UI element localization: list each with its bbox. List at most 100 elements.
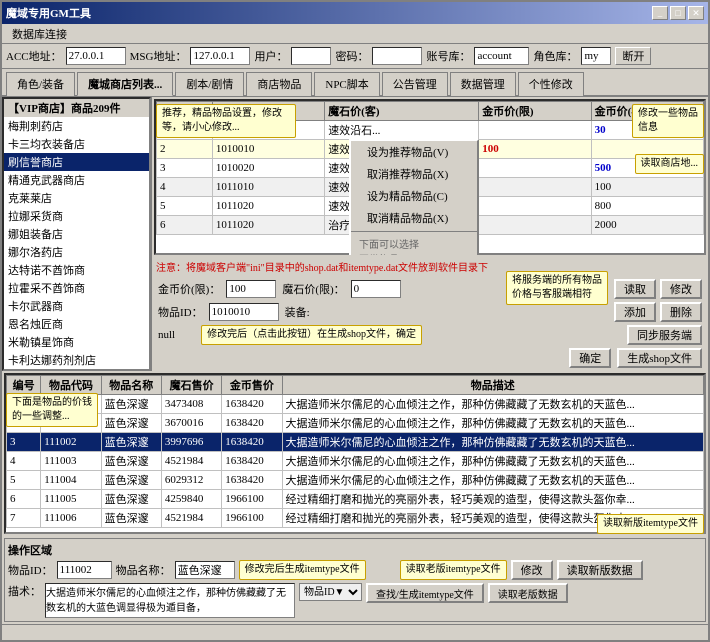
ops-modify-button[interactable]: 修改 bbox=[511, 560, 553, 580]
read-button[interactable]: 读取 bbox=[614, 279, 656, 299]
shop-item-13[interactable]: 卡利达娜药剂剂店 bbox=[4, 351, 149, 369]
ops-search-generate-button[interactable]: 查找/生成itemtype文件 bbox=[366, 583, 484, 603]
bubble-sync: 将服务端的所有物品价格与客服端相符 bbox=[506, 271, 608, 305]
msg-label: MSG地址： bbox=[130, 48, 187, 64]
ops-read-new-button[interactable]: 读取新版数据 bbox=[557, 560, 643, 580]
ops-item-name-label: 物品名称： bbox=[116, 562, 171, 578]
shop-item-8[interactable]: 达特诺不酋饰商 bbox=[4, 261, 149, 279]
shop-item-0[interactable]: 梅荆刺药店 bbox=[4, 117, 149, 135]
user-input[interactable] bbox=[291, 47, 331, 65]
notice-area: 注意：将魔域客户端"ini"目录中的shop.dat和itemtype.dat文… bbox=[152, 257, 708, 276]
sync-server-button[interactable]: 同步服务端 bbox=[627, 325, 702, 345]
gold-price-input[interactable] bbox=[226, 280, 276, 298]
pass-input[interactable] bbox=[372, 47, 422, 65]
bottom-table: 编号 物品代码 物品名称 魔石售价 金币售价 物品描述 1111000蓝色深邃3… bbox=[6, 375, 704, 528]
magic-price-input[interactable] bbox=[351, 280, 401, 298]
db-input[interactable] bbox=[474, 47, 529, 65]
title-bar-buttons: _ □ ✕ bbox=[652, 6, 704, 20]
bubble-modify-info: 修改一些物品信息 bbox=[632, 104, 704, 138]
shop-item-10[interactable]: 卡尔武器商 bbox=[4, 297, 149, 315]
ops-read-old-data-button[interactable]: 读取老版数据 bbox=[488, 583, 568, 603]
shop-item-3[interactable]: 精通克武器商店 bbox=[4, 171, 149, 189]
tab-shop-list[interactable]: 魔城商店列表... bbox=[77, 72, 173, 96]
modify-button[interactable]: 修改 bbox=[660, 279, 702, 299]
menu-database[interactable]: 数据库连接 bbox=[4, 24, 75, 44]
ops-item-id-label: 物品ID： bbox=[8, 562, 53, 578]
tab-personal[interactable]: 个性修改 bbox=[518, 72, 584, 96]
ctx-hint: 下面可以选择同类物品 bbox=[351, 234, 477, 255]
bubble-generate-itemtype: 修改完后生成itemtype文件 bbox=[239, 560, 366, 580]
close-button[interactable]: ✕ bbox=[688, 6, 704, 20]
magic-price-label: 魔石价(限)： bbox=[282, 281, 344, 297]
add-button[interactable]: 添加 bbox=[614, 302, 656, 322]
bt-col-name: 物品名称 bbox=[101, 375, 161, 394]
bt-col-gold: 金币售价 bbox=[222, 375, 282, 394]
table-row[interactable]: 4111003蓝色深邃45219841638420大据造师米尔儒尼的心血倾注之作… bbox=[7, 451, 704, 470]
menu-bar: 数据库连接 bbox=[2, 24, 708, 44]
bt-col-desc: 物品描述 bbox=[282, 375, 703, 394]
table-row[interactable]: 2111001蓝色深邃36700161638420大据造师米尔儒尼的心血倾注之作… bbox=[7, 413, 704, 432]
bt-col-magic: 魔石售价 bbox=[161, 375, 221, 394]
col-header-magic-price-cust: 魔石价(客) bbox=[325, 102, 479, 121]
shop-item-14[interactable]: 乐达贺药 bbox=[4, 369, 149, 371]
table-row[interactable]: 6111005蓝色深邃42598401966100经过精细打磨和抛光的亮丽外表，… bbox=[7, 489, 704, 508]
notice-text: 注意：将魔域客户端"ini"目录中的shop.dat和itemtype.dat文… bbox=[156, 263, 488, 274]
role-input[interactable] bbox=[581, 47, 611, 65]
ops-item-id-input[interactable] bbox=[57, 561, 112, 579]
user-label: 用户： bbox=[254, 48, 287, 64]
maximize-button[interactable]: □ bbox=[670, 6, 686, 20]
table-row[interactable]: 3111002蓝色深邃39976961638420大据造师米尔儒尼的心血倾注之作… bbox=[7, 432, 704, 451]
ctx-cancel-quality[interactable]: 取消精品物品(X) bbox=[351, 207, 477, 229]
acc-input[interactable] bbox=[66, 47, 126, 65]
ops-item-name-input[interactable] bbox=[175, 561, 235, 579]
tab-drama[interactable]: 剧本/剧情 bbox=[175, 72, 244, 96]
ops-itemid-dropdown[interactable]: 物品ID▼ bbox=[299, 583, 362, 601]
db-label: 账号库： bbox=[426, 48, 470, 64]
bt-col-id: 编号 bbox=[7, 375, 41, 394]
bubble-read-old-itemtype: 读取老版itemtype文件 bbox=[400, 560, 507, 580]
ops-area: 操作区域 物品ID： 物品名称： 修改完后生成itemtype文件 读取老版it… bbox=[4, 538, 706, 622]
generate-shop-button[interactable]: 生成shop文件 bbox=[617, 348, 702, 368]
shop-group-vip[interactable]: 【VIP商店】商品209件 bbox=[4, 99, 149, 117]
tab-shop-items[interactable]: 商店物品 bbox=[246, 72, 312, 96]
ctx-set-quality[interactable]: 设为精品物品(C) bbox=[351, 185, 477, 207]
table-row[interactable]: 5111004蓝色深邃60293121638420大据造师米尔儒尼的心血倾注之作… bbox=[7, 470, 704, 489]
item-id-label: 物品ID： bbox=[158, 304, 203, 320]
bubble-read-shop: 读取商店地... bbox=[635, 154, 705, 174]
shop-item-9[interactable]: 拉霍采不酋饰商 bbox=[4, 279, 149, 297]
table-row[interactable]: 1111000蓝色深邃34734081638420大据造师米尔儒尼的心血倾注之作… bbox=[7, 394, 704, 413]
shop-item-11[interactable]: 恩名烛匠商 bbox=[4, 315, 149, 333]
msg-input[interactable] bbox=[190, 47, 250, 65]
null-label: null bbox=[158, 329, 175, 341]
delete-button[interactable]: 删除 bbox=[660, 302, 702, 322]
disconnect-button[interactable]: 断开 bbox=[615, 47, 651, 65]
shop-list-panel: 【VIP商店】商品209件 梅荆刺药店 卡三均衣装备店 刷信誉商店 精通克武器商… bbox=[2, 97, 152, 371]
acc-label: ACC地址： bbox=[6, 48, 62, 64]
tab-role-equip[interactable]: 角色/装备 bbox=[6, 72, 75, 96]
shop-item-2[interactable]: 刷信誉商店 bbox=[4, 153, 149, 171]
col-header-gold-price-rec: 金币价(限) bbox=[479, 102, 591, 121]
tab-bar: 角色/装备 魔城商店列表... 剧本/剧情 商店物品 NPC脚本 公告管理 数据… bbox=[2, 69, 708, 95]
item-id-input[interactable] bbox=[209, 303, 279, 321]
shop-item-5[interactable]: 拉娜采货商 bbox=[4, 207, 149, 225]
minimize-button[interactable]: _ bbox=[652, 6, 668, 20]
bubble-recommend: 推荐，精品物品设置，修改等，请小心修改... bbox=[156, 104, 296, 138]
ops-desc-input[interactable]: 大据造师米尔儒尼的心血倾注之作，那种仿佛藏藏了无数玄机的大蓝色调显得极为遁目备， bbox=[45, 583, 295, 618]
tab-notice[interactable]: 公告管理 bbox=[382, 72, 448, 96]
ctx-cancel-recommend[interactable]: 取消推荐物品(X) bbox=[351, 163, 477, 185]
gold-price-label: 金币价(限)： bbox=[158, 281, 220, 297]
shop-item-12[interactable]: 米勒镇星饰商 bbox=[4, 333, 149, 351]
context-menu: 设为推荐物品(V) 取消推荐物品(X) 设为精品物品(C) 取消精品物品(X) … bbox=[349, 139, 479, 255]
ctx-set-recommend[interactable]: 设为推荐物品(V) bbox=[351, 141, 477, 163]
shop-item-1[interactable]: 卡三均衣装备店 bbox=[4, 135, 149, 153]
status-bar bbox=[2, 624, 708, 640]
shop-item-4[interactable]: 克莱莱店 bbox=[4, 189, 149, 207]
main-window: 魔域专用GM工具 _ □ ✕ 数据库连接 ACC地址： MSG地址： 用户： 密… bbox=[0, 0, 710, 642]
window-title: 魔域专用GM工具 bbox=[6, 5, 91, 21]
tab-data-mgmt[interactable]: 数据管理 bbox=[450, 72, 516, 96]
shop-item-7[interactable]: 娜尔洛药店 bbox=[4, 243, 149, 261]
bubble-price-adjust: 下面是物品的价钱的一些调整... bbox=[6, 393, 98, 427]
confirm-button[interactable]: 确定 bbox=[569, 348, 611, 368]
tab-npc[interactable]: NPC脚本 bbox=[314, 72, 379, 96]
shop-item-6[interactable]: 娜姐装备店 bbox=[4, 225, 149, 243]
